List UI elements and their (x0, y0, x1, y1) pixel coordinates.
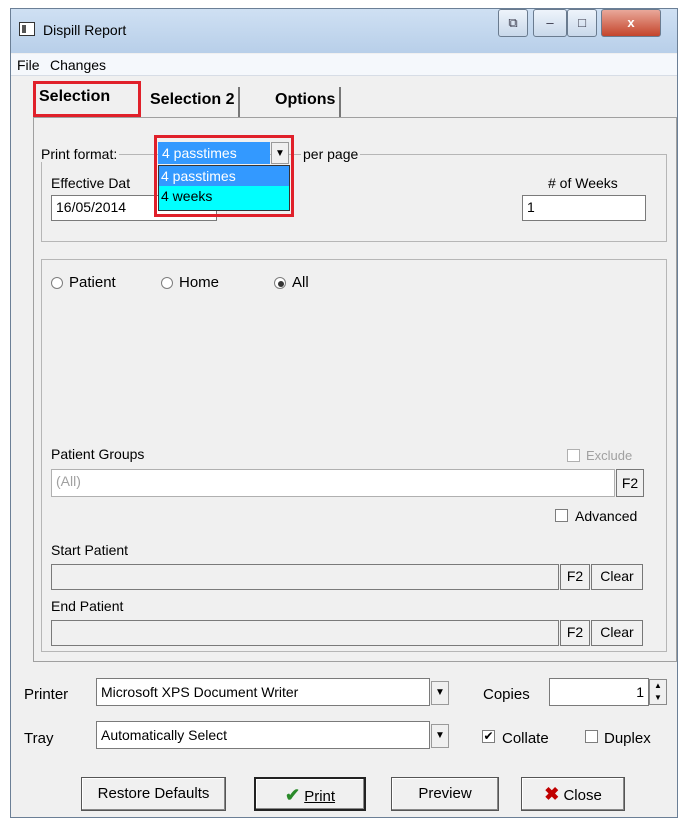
all-radio-label: All (292, 274, 309, 291)
minimize-button[interactable]: – (533, 9, 567, 37)
weeks-value: 1 (527, 199, 535, 215)
patient-groups-label: Patient Groups (51, 446, 145, 462)
advanced-checkbox[interactable] (555, 509, 568, 522)
patient-groups-f2-button[interactable]: F2 (616, 469, 644, 497)
effective-date-label: Effective Dat (51, 175, 131, 191)
copies-label: Copies (483, 686, 530, 703)
printer-value: Microsoft XPS Document Writer (101, 684, 299, 700)
print-format-dropdown-list: 4 passtimes 4 weeks (158, 165, 290, 211)
weeks-input[interactable]: 1 (522, 195, 646, 221)
patient-groups-value: (All) (56, 473, 81, 489)
collate-label: Collate (502, 730, 549, 747)
weeks-label: # of Weeks (548, 175, 618, 191)
check-mark-icon: ✔ (483, 729, 494, 743)
chevron-down-icon: ▼ (275, 148, 285, 159)
check-icon: ✔ (284, 785, 301, 805)
preview-label: Preview (418, 785, 472, 802)
exclude-label: Exclude (586, 448, 633, 463)
print-format-option-4-passtimes[interactable]: 4 passtimes (159, 166, 289, 186)
start-patient-f2-button[interactable]: F2 (560, 564, 590, 590)
window-close-button[interactable]: x (601, 9, 661, 37)
tab-selection[interactable]: Selection (33, 81, 141, 117)
restore-defaults-label: Restore Defaults (97, 785, 210, 802)
end-patient-label: End Patient (51, 598, 124, 614)
start-patient-clear-label: Clear (600, 568, 634, 584)
tab-options[interactable]: Options (271, 87, 342, 117)
maximize-button[interactable]: □ (567, 9, 597, 37)
effective-date-value: 16/05/2014 (56, 199, 127, 215)
patient-radio[interactable] (51, 277, 63, 289)
chevron-down-icon: ▼ (435, 687, 445, 698)
collate-checkbox[interactable]: ✔ (482, 730, 495, 743)
menu-bar: File Changes (11, 54, 677, 76)
end-patient-input[interactable] (51, 620, 559, 646)
tray-select[interactable]: Automatically Select (96, 721, 430, 749)
end-patient-clear-label: Clear (600, 624, 634, 640)
start-patient-clear-button[interactable]: Clear (591, 564, 643, 590)
patient-radio-label: Patient (69, 274, 116, 291)
exclude-checkbox[interactable] (567, 449, 580, 462)
start-patient-input[interactable] (51, 564, 559, 590)
restore-view-button[interactable]: ⧉ (498, 9, 528, 37)
printer-dropdown-button[interactable]: ▼ (431, 681, 449, 705)
tab-selection-label: Selection (39, 88, 111, 105)
spin-down-icon: ▼ (654, 693, 662, 702)
tray-value: Automatically Select (101, 727, 228, 743)
all-radio[interactable] (274, 277, 286, 289)
home-radio[interactable] (161, 277, 173, 289)
per-page-label: per page (301, 146, 361, 162)
tab-options-label: Options (275, 91, 336, 108)
print-format-select[interactable]: 4 passtimes (158, 142, 270, 164)
maximize-icon: □ (578, 15, 586, 30)
printer-select[interactable]: Microsoft XPS Document Writer (96, 678, 430, 706)
restore-defaults-button[interactable]: Restore Defaults (81, 777, 226, 811)
tray-label: Tray (24, 730, 54, 747)
print-format-value: 4 passtimes (162, 145, 237, 161)
copies-value: 1 (636, 684, 644, 700)
close-button[interactable]: ✖ Close (521, 777, 625, 811)
tab-selection-2[interactable]: Selection 2 (146, 87, 241, 117)
minimize-icon: – (546, 15, 554, 30)
patient-groups-input[interactable]: (All) (51, 469, 615, 497)
window-app-icon (19, 22, 35, 36)
duplex-checkbox[interactable] (585, 730, 598, 743)
tab-selection-2-label: Selection 2 (150, 91, 235, 108)
restore-view-icon: ⧉ (508, 15, 518, 30)
end-patient-f2-label: F2 (566, 624, 584, 640)
print-format-dropdown-button[interactable]: ▼ (271, 142, 289, 164)
advanced-label: Advanced (575, 508, 638, 524)
start-patient-label: Start Patient (51, 542, 129, 558)
print-button[interactable]: ✔ Print (254, 777, 366, 811)
printer-label: Printer (24, 686, 69, 703)
print-format-label: Print format: (39, 146, 120, 162)
menu-file[interactable]: File (17, 57, 40, 73)
end-patient-clear-button[interactable]: Clear (591, 620, 643, 646)
duplex-label: Duplex (604, 730, 651, 747)
home-radio-label: Home (179, 274, 220, 291)
print-format-option-4-weeks[interactable]: 4 weeks (159, 186, 289, 206)
close-label: Close (563, 787, 602, 804)
preview-button[interactable]: Preview (391, 777, 499, 811)
patient-groups-f2-label: F2 (621, 475, 639, 491)
copies-input[interactable]: 1 (549, 678, 649, 706)
print-label: Print (304, 788, 336, 805)
close-icon: ✖ (544, 784, 560, 804)
title-bar[interactable]: Dispill Report ⧉ – □ x (11, 9, 677, 53)
copies-spinner[interactable]: ▲ ▼ (649, 679, 667, 705)
dispill-report-window: Dispill Report ⧉ – □ x File Changes Sele… (10, 8, 678, 818)
spin-up-icon: ▲ (654, 681, 662, 690)
window-title: Dispill Report (43, 22, 127, 38)
start-patient-f2-label: F2 (566, 568, 584, 584)
menu-changes[interactable]: Changes (50, 57, 106, 73)
background-strip (0, 0, 10, 818)
chevron-down-icon: ▼ (435, 730, 445, 741)
close-x-icon: x (627, 15, 635, 30)
end-patient-f2-button[interactable]: F2 (560, 620, 590, 646)
tray-dropdown-button[interactable]: ▼ (431, 724, 449, 748)
